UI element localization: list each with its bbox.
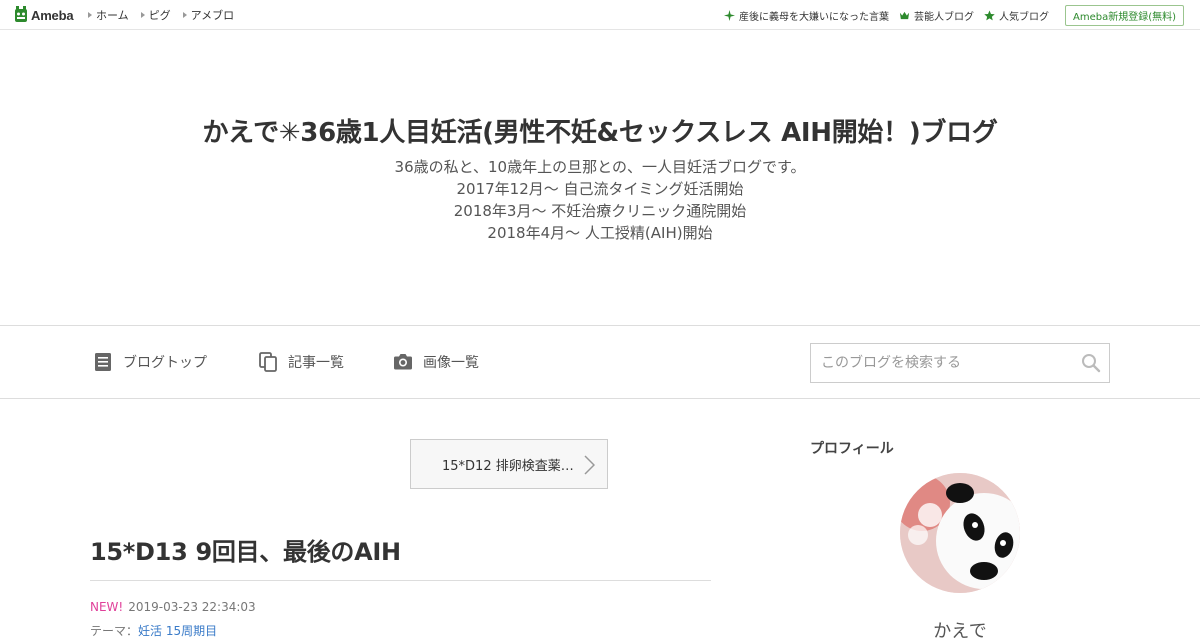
blog-description: 36歳の私と、10歳年上の旦那との、一人目妊活ブログです。 2017年12月〜 … [0,156,1200,244]
profile-heading: プロフィール [810,441,894,457]
global-nav: ホーム ピグ アメブロ [88,0,234,30]
triangle-right-icon [88,12,92,18]
blog-title[interactable]: かえで✳︎36歳1人目妊活(男性不妊&セックスレス AIH開始！)ブログ [0,112,1200,149]
search-icon[interactable] [1081,353,1101,373]
ameba-logo-icon [15,6,27,22]
entry-meta: NEW! 2019-03-23 22:34:03 [90,600,256,614]
new-badge: NEW! [90,600,124,614]
triangle-right-icon [140,12,145,18]
entry-datetime: 2019-03-23 22:34:03 [128,600,256,614]
nav-image-list[interactable]: 画像一覧 [393,352,479,372]
copy-icon [259,352,277,372]
popular-blog-link[interactable]: 人気ブログ [984,8,1049,23]
blog-description-line: 2017年12月〜 自己流タイミング妊活開始 [456,180,744,198]
blog-description-line: 2018年3月〜 不妊治療クリニック通院開始 [453,202,747,220]
global-nav-ameblo[interactable]: アメブロ [182,7,234,23]
theme-link[interactable]: 妊活 15周期目 [138,624,217,638]
theme-label: テーマ： [90,624,139,638]
triangle-right-icon [182,12,187,18]
next-entry-button[interactable]: 15*D12 排卵検査薬… [410,439,608,489]
nav-blog-top[interactable]: ブログトップ [93,352,207,372]
ameba-logo[interactable]: Ameba [14,6,74,24]
global-links: 産後に義母を大嫌いになった言葉 芸能人ブログ 人気ブログ Ameba新規登録(無… [723,0,1184,30]
signup-button[interactable]: Ameba新規登録(無料) [1064,4,1184,26]
global-header: Ameba ホーム ピグ アメブロ 産後に義母を大嫌いになった言葉 芸能人ブログ… [0,0,1200,30]
trending-link[interactable]: 産後に義母を大嫌いになった言葉 [723,8,889,23]
star-icon [984,9,995,20]
next-entry-label: 15*D12 排卵検査薬… [442,458,574,474]
blog-header: かえで✳︎36歳1人目妊活(男性不妊&セックスレス AIH開始！)ブログ 36歳… [0,30,1200,326]
logo-text: Ameba [31,7,74,23]
blog-search [810,343,1110,383]
entry-title[interactable]: 15*D13 9回目、最後のAIH [90,532,401,567]
blog-description-line: 2018年4月〜 人工授精(AIH)開始 [487,224,713,242]
blog-description-line: 36歳の私と、10歳年上の旦那との、一人目妊活ブログです。 [394,158,806,176]
global-nav-home[interactable]: ホーム [88,7,129,23]
chevron-right-icon [584,455,595,475]
document-icon [95,353,111,371]
nav-entry-list[interactable]: 記事一覧 [258,352,344,372]
search-input[interactable] [811,344,1071,382]
divider [90,580,711,581]
profile-name[interactable]: かえで [900,617,1020,643]
camera-icon [394,354,412,370]
crown-icon [899,11,910,19]
entry-theme: テーマ：妊活 15周期目 [90,622,217,639]
blog-nav: ブログトップ 記事一覧 画像一覧 [0,325,1200,399]
avatar-image [900,473,1020,593]
celebrity-blog-link[interactable]: 芸能人ブログ [899,8,974,23]
sparkle-icon [723,9,735,21]
avatar[interactable] [900,473,1020,593]
global-nav-pigg[interactable]: ピグ [140,7,171,23]
